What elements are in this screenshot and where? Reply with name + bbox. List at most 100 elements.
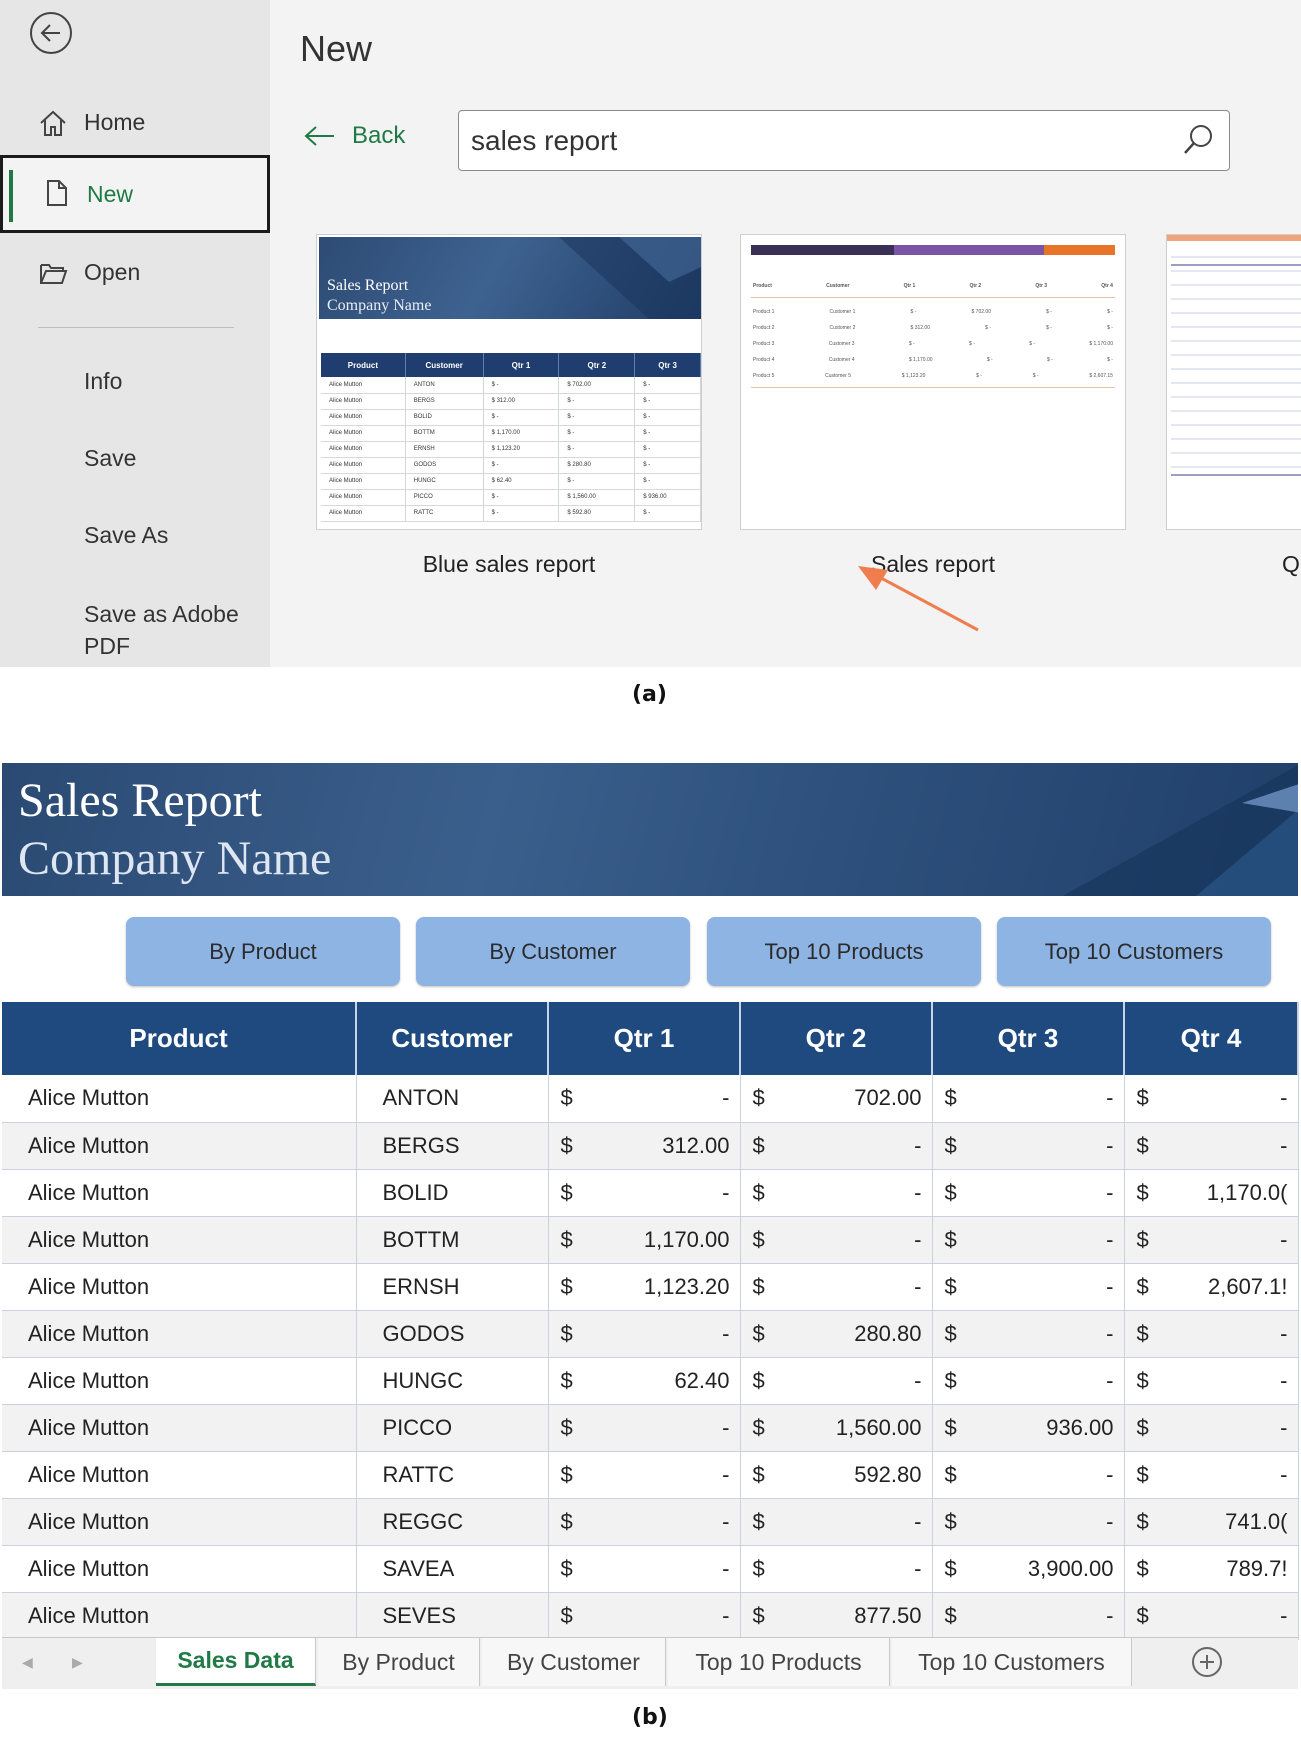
quarter-amount-cell[interactable]: $1,170.0(: [1124, 1169, 1299, 1217]
product-cell[interactable]: Alice Mutton: [2, 1075, 357, 1123]
sheet-tab-by-product[interactable]: By Product: [318, 1638, 480, 1686]
quarter-amount-cell[interactable]: $1,123.20: [548, 1263, 741, 1311]
product-cell[interactable]: Alice Mutton: [2, 1122, 357, 1170]
sidebar-item-open[interactable]: Open: [0, 242, 270, 302]
quarter-amount-cell[interactable]: $ -: [932, 1310, 1125, 1358]
quarter-amount-cell[interactable]: $ -: [548, 1451, 741, 1499]
customer-cell[interactable]: GODOS: [356, 1310, 549, 1358]
product-cell[interactable]: Alice Mutton: [2, 1310, 357, 1358]
sheet-tab-top-10-customers[interactable]: Top 10 Customers: [892, 1638, 1132, 1686]
customer-cell[interactable]: SEVES: [356, 1592, 549, 1640]
quarter-amount-cell[interactable]: $702.00: [740, 1075, 933, 1123]
sidebar-item-save-as[interactable]: Save As: [0, 505, 270, 565]
product-cell[interactable]: Alice Mutton: [2, 1169, 357, 1217]
quarter-amount-cell[interactable]: $3,900.00: [932, 1545, 1125, 1593]
column-header-qtr1[interactable]: Qtr 1: [548, 1002, 741, 1075]
quarter-amount-cell[interactable]: $ -: [1124, 1451, 1299, 1499]
quarter-amount-cell[interactable]: $ -: [1124, 1592, 1299, 1640]
quarter-amount-cell[interactable]: $877.50: [740, 1592, 933, 1640]
back-link[interactable]: Back: [304, 122, 405, 150]
quarter-amount-cell[interactable]: $789.7!: [1124, 1545, 1299, 1593]
back-arrow-button[interactable]: [30, 12, 72, 54]
quarter-amount-cell[interactable]: $ -: [932, 1169, 1125, 1217]
product-cell[interactable]: Alice Mutton: [2, 1216, 357, 1264]
column-header-qtr3[interactable]: Qtr 3: [932, 1002, 1125, 1075]
customer-cell[interactable]: HUNGC: [356, 1357, 549, 1405]
quarter-amount-cell[interactable]: $ -: [932, 1592, 1125, 1640]
sidebar-item-save-as-adobe-pdf[interactable]: Save as Adobe PDF: [84, 598, 264, 662]
column-header-qtr4[interactable]: Qtr 4: [1124, 1002, 1299, 1075]
product-cell[interactable]: Alice Mutton: [2, 1592, 357, 1640]
quarter-amount-cell[interactable]: $ -: [548, 1545, 741, 1593]
sidebar-item-save[interactable]: Save: [0, 428, 270, 488]
column-header-customer[interactable]: Customer: [356, 1002, 549, 1075]
quarter-amount-cell[interactable]: $ -: [740, 1357, 933, 1405]
quarter-amount-cell[interactable]: $ -: [1124, 1310, 1299, 1358]
quarter-amount-cell[interactable]: $ -: [932, 1357, 1125, 1405]
quarter-amount-cell[interactable]: $ -: [548, 1592, 741, 1640]
quarter-amount-cell[interactable]: $ -: [740, 1216, 933, 1264]
add-sheet-icon[interactable]: [1192, 1647, 1222, 1677]
customer-cell[interactable]: ERNSH: [356, 1263, 549, 1311]
customer-cell[interactable]: SAVEA: [356, 1545, 549, 1593]
quarter-amount-cell[interactable]: $ -: [548, 1310, 741, 1358]
customer-cell[interactable]: ANTON: [356, 1075, 549, 1123]
template-search-box[interactable]: [458, 110, 1230, 171]
top-10-products-button[interactable]: Top 10 Products: [707, 917, 981, 986]
product-cell[interactable]: Alice Mutton: [2, 1451, 357, 1499]
quarter-amount-cell[interactable]: $ -: [1124, 1357, 1299, 1405]
quarter-amount-cell[interactable]: $ -: [932, 1498, 1125, 1546]
sheet-tab-top-10-products[interactable]: Top 10 Products: [668, 1638, 890, 1686]
quarter-amount-cell[interactable]: $280.80: [740, 1310, 933, 1358]
quarter-amount-cell[interactable]: $ -: [932, 1216, 1125, 1264]
quarter-amount-cell[interactable]: $ -: [932, 1075, 1125, 1123]
quarter-amount-cell[interactable]: $ -: [740, 1122, 933, 1170]
quarter-amount-cell[interactable]: $ -: [932, 1263, 1125, 1311]
quarter-amount-cell[interactable]: $592.80: [740, 1451, 933, 1499]
quarter-amount-cell[interactable]: $62.40: [548, 1357, 741, 1405]
sheet-tab-sales-data[interactable]: Sales Data: [156, 1638, 316, 1686]
quarter-amount-cell[interactable]: $ -: [932, 1451, 1125, 1499]
quarter-amount-cell[interactable]: $ -: [548, 1075, 741, 1123]
customer-cell[interactable]: BERGS: [356, 1122, 549, 1170]
product-cell[interactable]: Alice Mutton: [2, 1545, 357, 1593]
quarter-amount-cell[interactable]: $ -: [1124, 1404, 1299, 1452]
product-cell[interactable]: Alice Mutton: [2, 1404, 357, 1452]
quarter-amount-cell[interactable]: $ -: [1124, 1216, 1299, 1264]
customer-cell[interactable]: REGGC: [356, 1498, 549, 1546]
product-cell[interactable]: Alice Mutton: [2, 1498, 357, 1546]
customer-cell[interactable]: BOLID: [356, 1169, 549, 1217]
product-cell[interactable]: Alice Mutton: [2, 1263, 357, 1311]
template-thumbnail-sales-report[interactable]: Product Customer Qtr 1 Qtr 2 Qtr 3 Qtr 4…: [740, 234, 1126, 530]
sheet-tab-by-customer[interactable]: By Customer: [482, 1638, 666, 1686]
scroll-right-icon[interactable]: ▶: [72, 1654, 83, 1671]
quarter-amount-cell[interactable]: $ -: [1124, 1122, 1299, 1170]
quarter-amount-cell[interactable]: $ -: [740, 1545, 933, 1593]
scroll-left-icon[interactable]: ◀: [22, 1654, 33, 1671]
customer-cell[interactable]: PICCO: [356, 1404, 549, 1452]
quarter-amount-cell[interactable]: $ -: [548, 1169, 741, 1217]
quarter-amount-cell[interactable]: $ -: [548, 1404, 741, 1452]
sidebar-item-new[interactable]: New: [0, 155, 270, 233]
quarter-amount-cell[interactable]: $2,607.1!: [1124, 1263, 1299, 1311]
quarter-amount-cell[interactable]: $936.00: [932, 1404, 1125, 1452]
sidebar-item-home[interactable]: Home: [0, 92, 270, 152]
template-label-quarterly[interactable]: Quar: [1282, 551, 1301, 578]
quarter-amount-cell[interactable]: $ -: [740, 1498, 933, 1546]
template-thumbnail-blue-sales-report[interactable]: Sales Report Company Name Product Custom…: [316, 234, 702, 530]
quarter-amount-cell[interactable]: $ -: [740, 1263, 933, 1311]
quarter-amount-cell[interactable]: $ -: [740, 1169, 933, 1217]
customer-cell[interactable]: RATTC: [356, 1451, 549, 1499]
quarter-amount-cell[interactable]: $ -: [1124, 1075, 1299, 1123]
product-cell[interactable]: Alice Mutton: [2, 1357, 357, 1405]
quarter-amount-cell[interactable]: $ -: [548, 1498, 741, 1546]
template-search-input[interactable]: [471, 121, 1171, 161]
column-header-qtr2[interactable]: Qtr 2: [740, 1002, 933, 1075]
search-icon[interactable]: [1181, 123, 1215, 157]
column-header-product[interactable]: Product: [2, 1002, 357, 1075]
template-thumbnail-quarterly[interactable]: [1166, 234, 1301, 530]
customer-cell[interactable]: BOTTM: [356, 1216, 549, 1264]
template-label-blue-sales-report[interactable]: Blue sales report: [316, 551, 702, 578]
quarter-amount-cell[interactable]: $312.00: [548, 1122, 741, 1170]
by-product-button[interactable]: By Product: [126, 917, 400, 986]
